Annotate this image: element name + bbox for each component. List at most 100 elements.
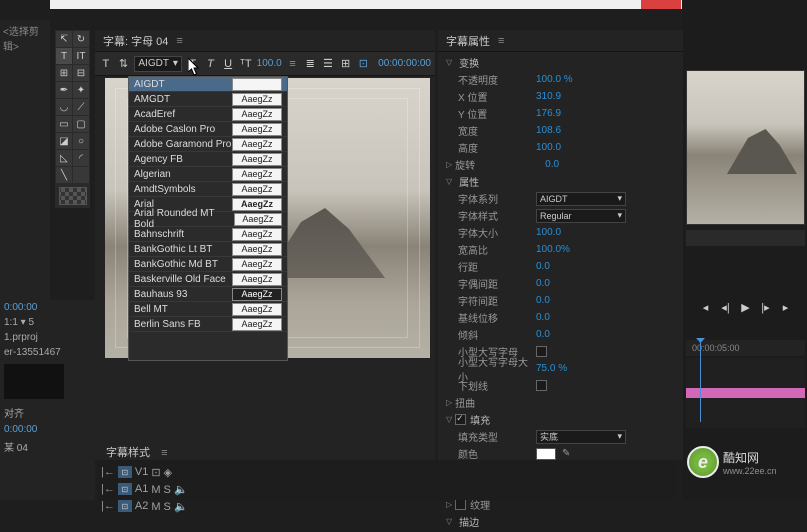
program-monitor[interactable] <box>686 70 805 225</box>
step-fwd-icon[interactable]: |▸ <box>759 300 773 314</box>
style-dropdown[interactable]: Regular▾ <box>536 209 626 223</box>
italic-icon[interactable]: T <box>204 55 218 73</box>
font-size-value[interactable]: 100.0 <box>257 58 282 69</box>
font-option[interactable]: AIGDT <box>129 77 287 92</box>
project-tc2[interactable]: 0:00:00 <box>0 422 95 437</box>
slant-value[interactable]: 0.0 <box>536 329 550 340</box>
family-dropdown[interactable]: AIGDT▾ <box>536 192 626 206</box>
track-toggle[interactable]: ⊡ <box>118 466 132 478</box>
tab-stops-icon[interactable]: ⊞ <box>339 55 353 73</box>
track-header-a2[interactable]: |←⊡A2M S 🔈 <box>98 498 218 514</box>
align-center-icon[interactable]: ≣ <box>303 55 317 73</box>
panel-menu-icon[interactable]: ≡ <box>161 447 167 459</box>
next-frame-icon[interactable]: ▸ <box>779 300 793 314</box>
width-value[interactable]: 108.6 <box>536 125 561 136</box>
font-option[interactable]: BankGothic Md BTAaegZz <box>129 257 287 272</box>
font-dropdown-list[interactable]: AIGDTAMGDTAaegZzAcadErefAaegZzAdobe Casl… <box>128 76 288 361</box>
baseline-value[interactable]: 0.0 <box>536 312 550 323</box>
project-file[interactable]: 1.prproj <box>0 330 95 345</box>
titler-tab[interactable]: 字幕: 字母 04 ≡ <box>95 30 435 52</box>
path-type-tool[interactable]: ⊟ <box>73 65 89 81</box>
project-tc[interactable]: 0:00:00 <box>0 300 95 315</box>
rotate-tool[interactable]: ↻ <box>73 31 89 47</box>
type-tool[interactable]: T <box>56 48 72 64</box>
font-option[interactable]: Baskerville Old FaceAaegZz <box>129 272 287 287</box>
font-option[interactable]: Adobe Caslon ProAaegZz <box>129 122 287 137</box>
project-item[interactable]: er-13551467 <box>0 345 95 360</box>
add-anchor-tool[interactable]: ✦ <box>73 82 89 98</box>
aspect-value[interactable]: 100.0% <box>536 244 570 255</box>
show-video-icon[interactable]: ⊡ <box>356 55 370 73</box>
line-tool[interactable]: ╲ <box>56 167 72 183</box>
font-family-dropdown[interactable]: AIGDT▾ <box>134 56 182 72</box>
area-type-tool[interactable]: ⊞ <box>56 65 72 81</box>
height-value[interactable]: 100.0 <box>536 142 561 153</box>
arc-tool[interactable]: ◜ <box>73 150 89 166</box>
font-option[interactable]: Adobe Garamond ProAaegZz <box>129 137 287 152</box>
twirl-right-icon[interactable]: ▷ <box>446 398 452 407</box>
filltype-dropdown[interactable]: 实底▾ <box>536 430 626 444</box>
rect-tool[interactable]: ▭ <box>56 116 72 132</box>
props-tab[interactable]: 字幕属性 ≡ <box>438 30 683 52</box>
clipped-rect-tool[interactable]: ◪ <box>56 133 72 149</box>
font-option[interactable]: Berlin Sans FBAaegZz <box>129 317 287 332</box>
step-back-icon[interactable]: ◂| <box>719 300 733 314</box>
audio-track-clip[interactable] <box>686 388 805 398</box>
align-left-icon[interactable]: ≡ <box>286 55 300 73</box>
track-toggle[interactable]: ⊡ <box>118 483 132 495</box>
twirl-down-icon[interactable]: ▽ <box>446 177 452 186</box>
twirl-right-icon[interactable]: ▷ <box>446 160 452 169</box>
font-option[interactable]: AmdtSymbolsAaegZz <box>129 182 287 197</box>
track-toggle[interactable]: ⊡ <box>118 500 132 512</box>
prev-frame-icon[interactable]: ◂ <box>699 300 713 314</box>
move-tool[interactable]: ↸ <box>56 31 72 47</box>
bold-icon[interactable]: T <box>186 55 200 73</box>
leading-value[interactable]: 0.0 <box>536 261 550 272</box>
font-option[interactable]: AcadErefAaegZz <box>129 107 287 122</box>
track-header-v1[interactable]: |←⊡V1⊡ ◈ <box>98 464 218 480</box>
twirl-down-icon[interactable]: ▽ <box>446 58 452 67</box>
font-option[interactable]: BankGothic Lt BTAaegZz <box>129 242 287 257</box>
font-option[interactable]: AlgerianAaegZz <box>129 167 287 182</box>
eyedropper-icon[interactable]: ✎ <box>562 448 570 459</box>
project-thumbnail[interactable] <box>4 364 64 399</box>
new-title-icon[interactable]: T <box>99 55 113 73</box>
tracking-value[interactable]: 0.0 <box>536 295 550 306</box>
vertical-type-tool[interactable]: IT <box>73 48 89 64</box>
rotate-value[interactable]: 0.0 <box>545 159 559 170</box>
timeline-ruler[interactable]: 00:00:05:00 <box>686 340 805 356</box>
wedge-tool[interactable]: ◺ <box>56 150 72 166</box>
twirl-down-icon[interactable]: ▽ <box>446 517 452 526</box>
panel-menu-icon[interactable]: ≡ <box>498 35 504 47</box>
font-option[interactable]: Arial Rounded MT BoldAaegZz <box>129 212 287 227</box>
smallcapsize-value[interactable]: 75.0 % <box>536 363 567 374</box>
roll-crawl-icon[interactable]: ⇅ <box>117 55 131 73</box>
fill-checkbox[interactable] <box>455 414 466 425</box>
color-swatch[interactable] <box>536 448 556 460</box>
ypos-value[interactable]: 176.9 <box>536 108 561 119</box>
rounded-rect-tool[interactable]: ▢ <box>73 116 89 132</box>
xpos-value[interactable]: 310.9 <box>536 91 561 102</box>
underline-checkbox[interactable] <box>536 380 547 391</box>
smallcaps-checkbox[interactable] <box>536 346 547 357</box>
convert-anchor-tool[interactable]: ⟋ <box>73 99 89 115</box>
font-option[interactable]: AMGDTAaegZz <box>129 92 287 107</box>
font-option[interactable]: Bauhaus 93AaegZz <box>129 287 287 302</box>
opacity-value[interactable]: 100.0 % <box>536 74 573 85</box>
toolbar-timecode[interactable]: 00:00:00:00 <box>378 58 431 69</box>
align-right-icon[interactable]: ☰ <box>321 55 335 73</box>
underline-icon[interactable]: U <box>221 55 235 73</box>
font-option[interactable]: Bell MTAaegZz <box>129 302 287 317</box>
size-value[interactable]: 100.0 <box>536 227 561 238</box>
font-option[interactable]: Agency FBAaegZz <box>129 152 287 167</box>
pen-tool[interactable]: ✒ <box>56 82 72 98</box>
delete-anchor-tool[interactable]: ◡ <box>56 99 72 115</box>
playhead[interactable] <box>700 342 701 422</box>
close-button[interactable] <box>641 0 681 9</box>
play-icon[interactable]: ▶ <box>739 300 753 314</box>
twirl-down-icon[interactable]: ▽ <box>446 415 452 424</box>
ellipse-tool[interactable]: ○ <box>73 133 89 149</box>
panel-menu-icon[interactable]: ≡ <box>176 35 182 47</box>
timeline-tracks-right[interactable] <box>686 358 805 428</box>
track-header-a1[interactable]: |←⊡A1M S 🔈 <box>98 481 218 497</box>
